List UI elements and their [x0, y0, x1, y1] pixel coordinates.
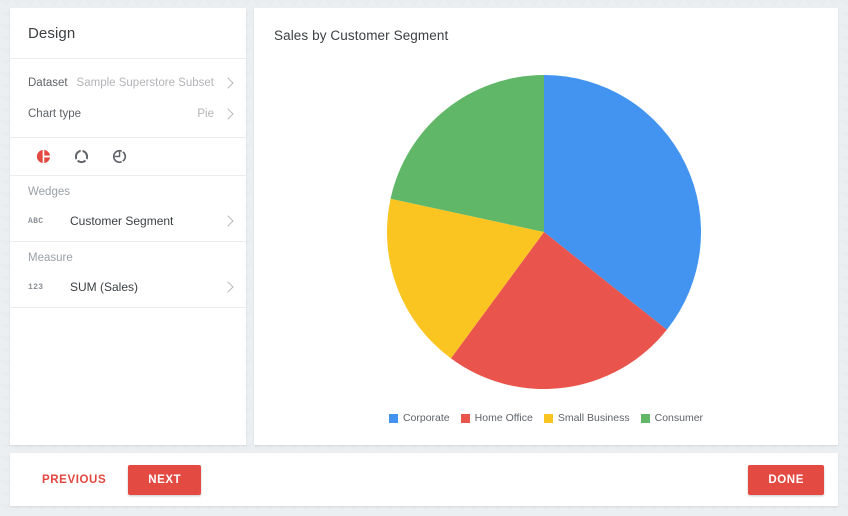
- wedges-field-row[interactable]: ABC Customer Segment: [10, 207, 246, 235]
- chevron-right-icon: [222, 76, 234, 89]
- chart-type-label: Chart type: [28, 107, 82, 120]
- chart-style-selector: [10, 138, 246, 176]
- design-panel-filler: [10, 308, 246, 445]
- chart-panel: Sales by Customer Segment Corporate Home …: [254, 8, 838, 445]
- legend-label: Home Office: [474, 412, 533, 424]
- measure-field-name: SUM (Sales): [70, 280, 139, 294]
- legend-swatch-icon: [388, 413, 398, 423]
- measure-field-row[interactable]: 123 SUM (Sales): [10, 273, 246, 301]
- pie-chart-svg[interactable]: [374, 62, 714, 402]
- pie-chart-icon[interactable]: [34, 148, 52, 166]
- chart-legend: Corporate Home Office Small Business Consum…: [254, 412, 838, 424]
- chevron-right-icon: [222, 107, 234, 120]
- measure-section: Measure 123 SUM (Sales): [10, 242, 246, 308]
- chart-builder-app: Design Dataset Sample Superstore Subset …: [0, 0, 848, 516]
- design-panel: Design Dataset Sample Superstore Subset …: [10, 8, 246, 445]
- legend-label: Corporate: [402, 412, 450, 424]
- legend-swatch-icon: [543, 413, 553, 423]
- pie-chart: [254, 8, 838, 445]
- legend-item[interactable]: Corporate: [388, 412, 450, 424]
- measure-caption: Measure: [28, 252, 73, 264]
- legend-swatch-icon: [640, 413, 650, 423]
- page-title: Design: [28, 24, 76, 42]
- legend-item[interactable]: Home Office: [460, 412, 533, 424]
- wizard-footer: PREVIOUS NEXT DONE: [10, 453, 838, 506]
- legend-label: Small Business: [557, 412, 630, 424]
- workspace: Design Dataset Sample Superstore Subset …: [10, 8, 838, 445]
- number-type-icon: 123: [28, 282, 44, 292]
- wedges-field-name: Customer Segment: [70, 214, 174, 228]
- half-donut-chart-icon[interactable]: [110, 148, 128, 166]
- row-chart-type[interactable]: Chart type Pie: [10, 98, 246, 129]
- wedges-section: Wedges ABC Customer Segment: [10, 176, 246, 242]
- text-type-icon: ABC: [28, 216, 44, 226]
- chevron-right-icon: [222, 281, 234, 293]
- legend-label: Consumer: [654, 412, 704, 424]
- design-panel-header: Design: [10, 8, 246, 59]
- wedges-caption: Wedges: [28, 186, 70, 198]
- chevron-right-icon: [222, 215, 234, 227]
- dataset-label: Dataset: [28, 76, 68, 89]
- done-button[interactable]: DONE: [748, 464, 824, 495]
- previous-button[interactable]: PREVIOUS: [32, 466, 116, 494]
- dataset-value: Sample Superstore Subset: [76, 76, 214, 89]
- chart-type-value: Pie: [197, 107, 214, 120]
- row-dataset[interactable]: Dataset Sample Superstore Subset: [10, 67, 246, 98]
- donut-chart-icon[interactable]: [72, 148, 90, 166]
- legend-swatch-icon: [460, 413, 470, 423]
- properties-section: Dataset Sample Superstore Subset Chart t…: [10, 59, 246, 138]
- next-button[interactable]: NEXT: [128, 464, 202, 495]
- legend-item[interactable]: Small Business: [543, 412, 630, 424]
- legend-item[interactable]: Consumer: [640, 412, 704, 424]
